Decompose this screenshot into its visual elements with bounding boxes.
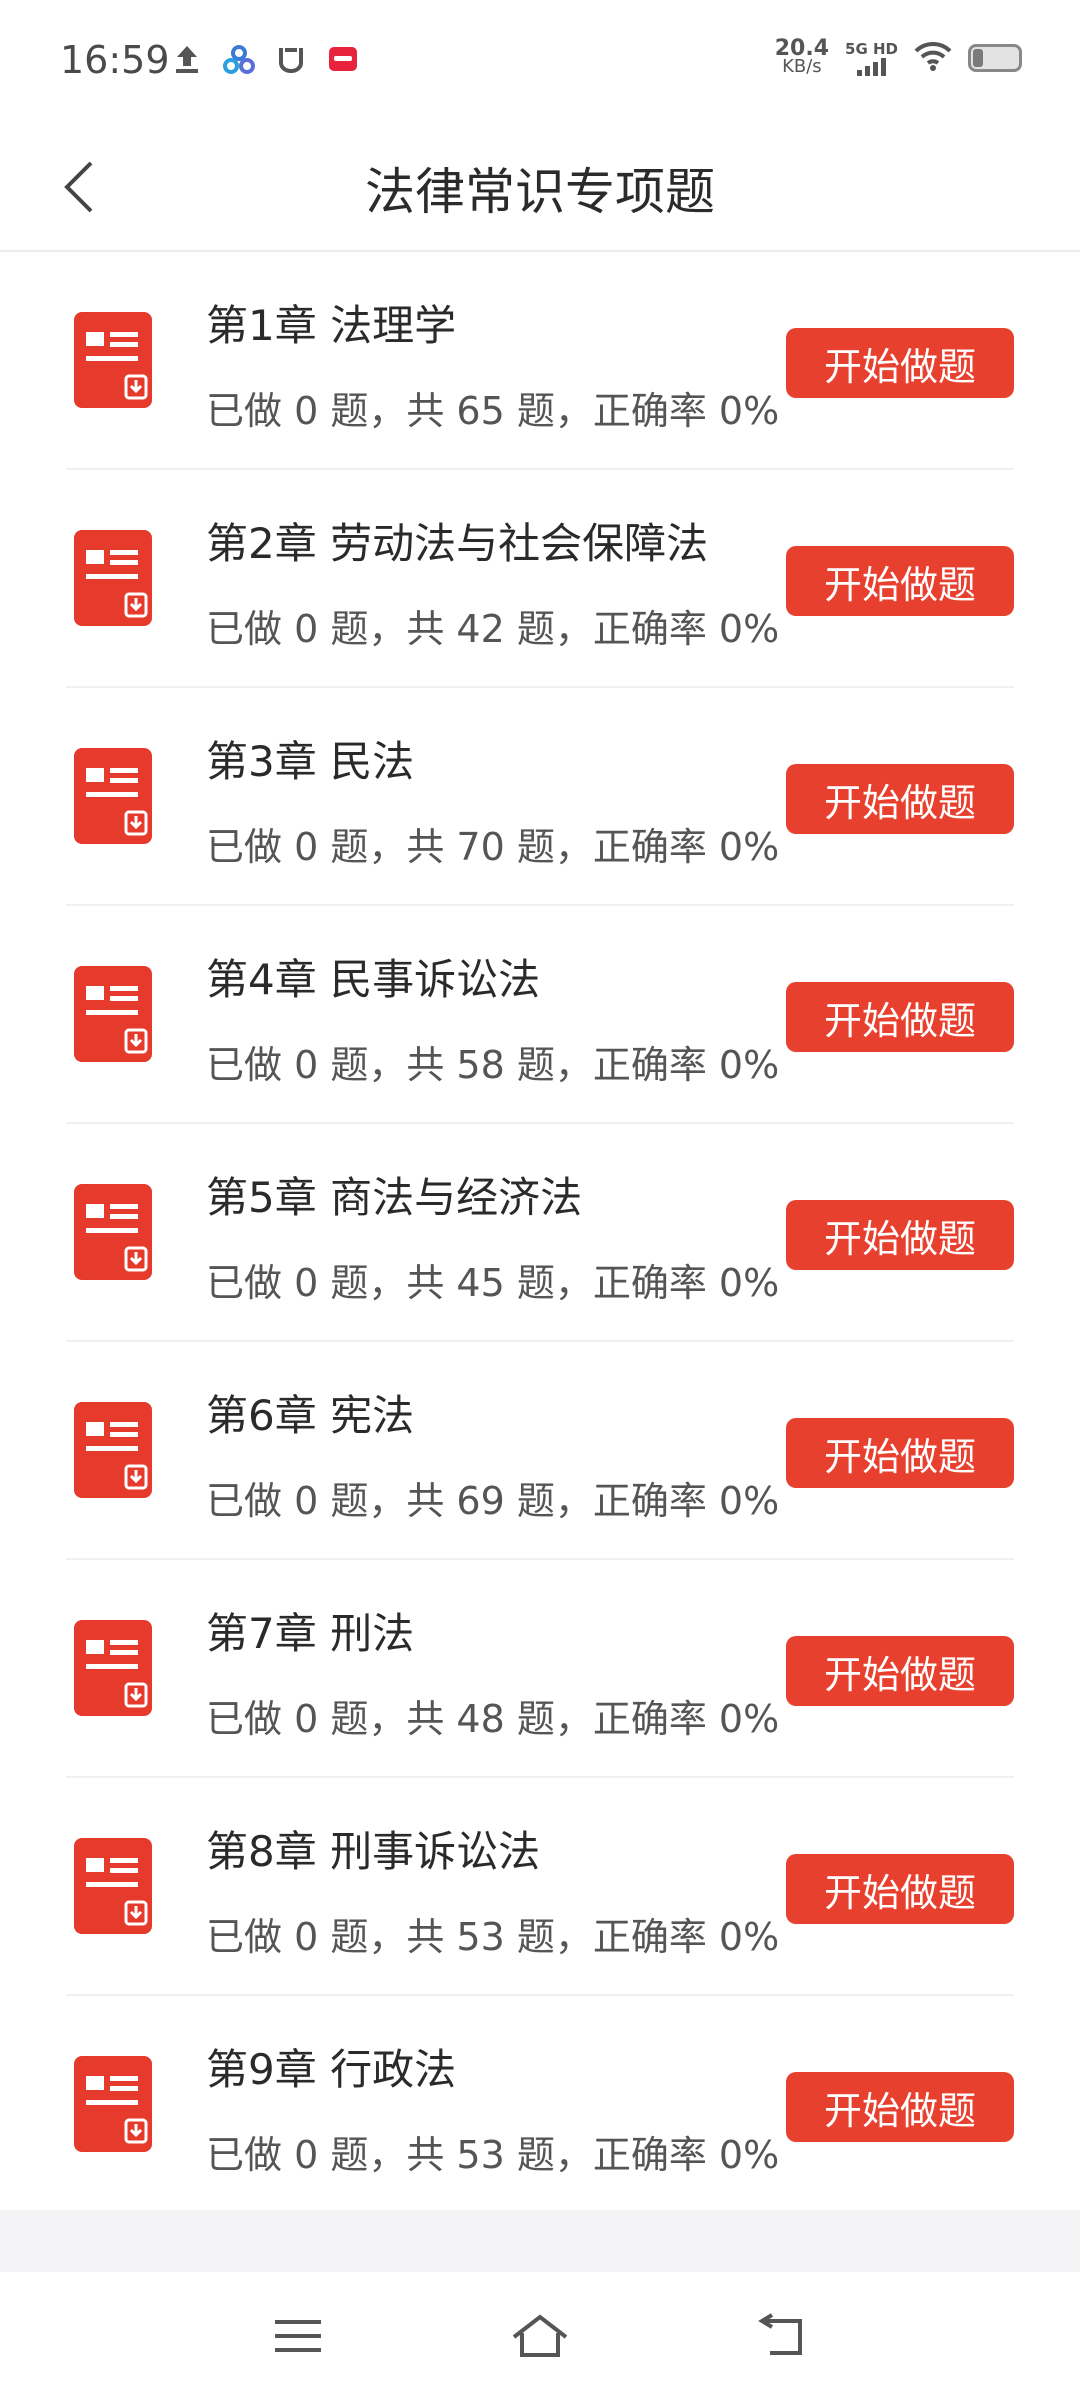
status-time: 16:59: [60, 38, 170, 82]
chapter-list-item[interactable]: 第4章 民事诉讼法 已做 0 题，共 58 题，正确率 0% 开始做题: [66, 906, 1014, 1124]
app-badge-icon: [326, 42, 360, 76]
chapter-title: 第9章 行政法: [206, 2045, 457, 2094]
chapter-stats: 已做 0 题，共 53 题，正确率 0%: [206, 1915, 780, 1959]
chapter-title: 第8章 刑事诉讼法: [206, 1827, 541, 1876]
menu-icon: [275, 2320, 321, 2352]
chapter-stats: 已做 0 题，共 45 题，正确率 0%: [206, 1261, 780, 1305]
document-icon: [74, 1838, 152, 1934]
chapter-list-item[interactable]: 第7章 刑法 已做 0 题，共 48 题，正确率 0% 开始做题: [66, 1560, 1014, 1778]
chapter-stats: 已做 0 题，共 65 题，正确率 0%: [206, 389, 780, 433]
status-right: 20.4 KB/s 5G HD: [774, 36, 1022, 77]
chapter-list-item[interactable]: 第8章 刑事诉讼法 已做 0 题，共 53 题，正确率 0% 开始做题: [66, 1778, 1014, 1996]
chapter-title: 第5章 商法与经济法: [206, 1173, 583, 1222]
chapter-stats: 已做 0 题，共 48 题，正确率 0%: [206, 1697, 780, 1741]
document-icon: [74, 748, 152, 844]
chapter-stats: 已做 0 题，共 42 题，正确率 0%: [206, 607, 780, 651]
document-icon: [74, 312, 152, 408]
chapter-title: 第1章 法理学: [206, 301, 457, 350]
battery-icon: [968, 44, 1022, 72]
start-quiz-button[interactable]: 开始做题: [786, 764, 1014, 834]
chapter-list-item[interactable]: 第9章 行政法 已做 0 题，共 53 题，正确率 0% 开始做题: [66, 1996, 1014, 2212]
chapter-list-item[interactable]: 第5章 商法与经济法 已做 0 题，共 45 题，正确率 0% 开始做题: [66, 1124, 1014, 1342]
document-icon: [74, 530, 152, 626]
start-quiz-button[interactable]: 开始做题: [786, 1418, 1014, 1488]
document-icon: [74, 1620, 152, 1716]
chapter-list-item[interactable]: 第3章 民法 已做 0 题，共 70 题，正确率 0% 开始做题: [66, 688, 1014, 906]
start-quiz-button[interactable]: 开始做题: [786, 982, 1014, 1052]
start-quiz-button[interactable]: 开始做题: [786, 328, 1014, 398]
system-nav-bar: [0, 2272, 1080, 2400]
document-icon: [74, 2056, 152, 2152]
start-quiz-button[interactable]: 开始做题: [786, 1200, 1014, 1270]
chapter-list-item[interactable]: 第6章 宪法 已做 0 题，共 69 题，正确率 0% 开始做题: [66, 1342, 1014, 1560]
signal-bars-icon: [857, 58, 886, 76]
document-icon: [74, 1184, 152, 1280]
page-title: 法律常识专项题: [365, 163, 715, 221]
chapter-title: 第3章 民法: [206, 737, 415, 786]
start-quiz-button[interactable]: 开始做题: [786, 546, 1014, 616]
home-icon: [512, 2314, 568, 2357]
chapter-list-item[interactable]: 第2章 劳动法与社会保障法 已做 0 题，共 42 题，正确率 0% 开始做题: [66, 470, 1014, 688]
chapter-title: 第4章 民事诉讼法: [206, 955, 541, 1004]
start-quiz-button[interactable]: 开始做题: [786, 1854, 1014, 1924]
signal-indicator: 5G HD: [845, 40, 898, 76]
chapter-title: 第6章 宪法: [206, 1391, 415, 1440]
net-speed: 20.4 KB/s: [774, 36, 830, 77]
app-triangle-icon: [222, 42, 256, 76]
chapter-stats: 已做 0 题，共 70 题，正确率 0%: [206, 825, 780, 869]
menu-button[interactable]: [268, 2306, 328, 2366]
wifi-icon: [914, 41, 952, 75]
back-nav-button[interactable]: [752, 2306, 812, 2366]
chapter-list-item[interactable]: 第1章 法理学 已做 0 题，共 65 题，正确率 0% 开始做题: [66, 252, 1014, 470]
start-quiz-button[interactable]: 开始做题: [786, 1636, 1014, 1706]
chapter-list: 第1章 法理学 已做 0 题，共 65 题，正确率 0% 开始做题 第2章 劳动…: [0, 252, 1080, 2210]
chapter-title: 第7章 刑法: [206, 1609, 415, 1658]
home-button[interactable]: [510, 2306, 570, 2366]
document-icon: [74, 1402, 152, 1498]
alarm-icon: [274, 42, 308, 76]
notification-icons: [170, 42, 360, 76]
chapter-stats: 已做 0 题，共 53 题，正确率 0%: [206, 2133, 780, 2177]
status-bar: 16:59 20.4 KB/s 5G HD: [0, 0, 1080, 124]
upload-icon: [170, 42, 204, 76]
back-icon: [758, 2313, 802, 2355]
chapter-stats: 已做 0 题，共 58 题，正确率 0%: [206, 1043, 780, 1087]
app-header: 法律常识专项题: [0, 124, 1080, 252]
start-quiz-button[interactable]: 开始做题: [786, 2072, 1014, 2142]
chapter-title: 第2章 劳动法与社会保障法: [206, 519, 709, 568]
document-icon: [74, 966, 152, 1062]
chapter-stats: 已做 0 题，共 69 题，正确率 0%: [206, 1479, 780, 1523]
